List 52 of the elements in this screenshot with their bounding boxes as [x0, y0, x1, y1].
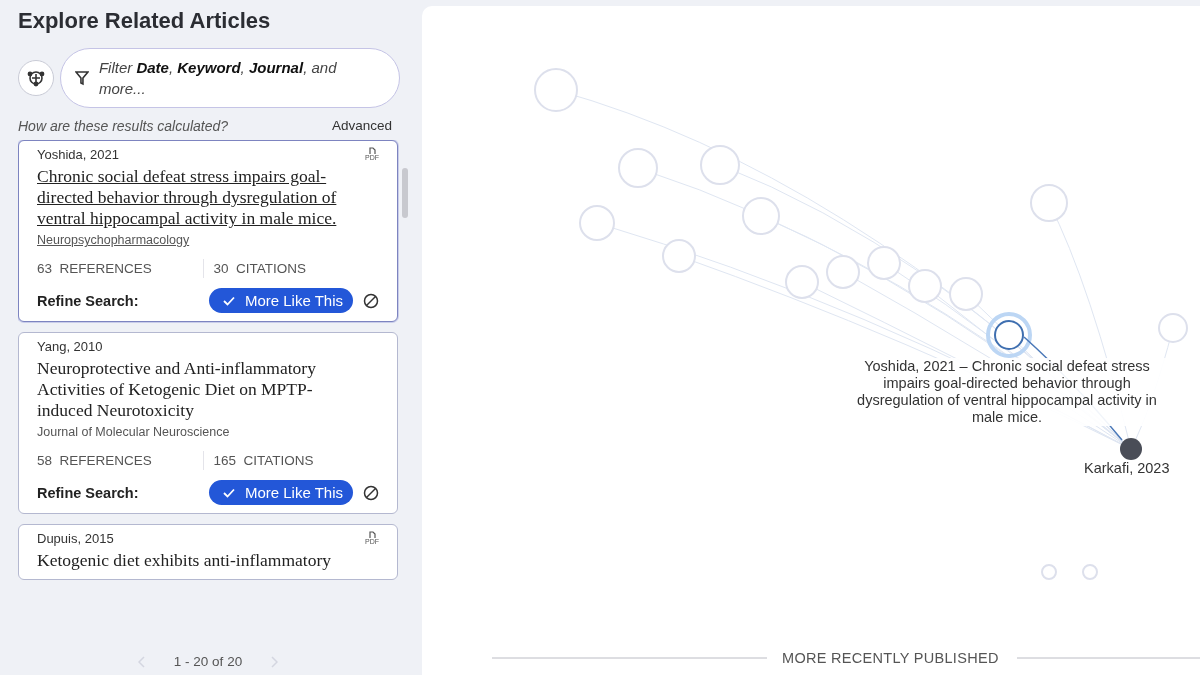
- article-card[interactable]: [18, 140, 398, 322]
- article-node[interactable]: [867, 246, 901, 280]
- article-node[interactable]: [662, 239, 696, 273]
- page-range: 1 - 20 of 20: [173, 654, 243, 669]
- help-link[interactable]: How are these results calculated?: [18, 118, 229, 134]
- scrollbar-thumb[interactable]: [402, 168, 408, 218]
- network-icon: [26, 68, 46, 88]
- more-like-this-button[interactable]: More Like This: [208, 480, 353, 505]
- references-count: 58 REFERENCES: [37, 452, 153, 470]
- focused-node[interactable]: [986, 312, 1032, 358]
- exclude-icon[interactable]: [363, 484, 379, 501]
- article-title[interactable]: Chronic social defeat stress impairs goal-directed behavior through dysregulation of ventral hippocampal activity in male mice.: [37, 166, 379, 229]
- check-icon: [222, 295, 235, 306]
- article-title[interactable]: Neuroprotective and Anti-inflammatory Activities of Ketogenic Diet on MPTP-induced Neurotoxicity: [37, 358, 379, 421]
- author-year: Dupuis, 2015: [37, 531, 114, 546]
- article-node[interactable]: [700, 145, 740, 185]
- node-label: Karkafi, 2023: [1084, 460, 1170, 476]
- article-title[interactable]: Ketogenic diet exhibits anti-inflammatory: [37, 550, 379, 571]
- article-node[interactable]: [579, 205, 615, 241]
- article-node[interactable]: [534, 68, 578, 112]
- article-node[interactable]: [742, 197, 780, 235]
- advanced-link[interactable]: Advanced: [331, 118, 392, 134]
- citations-count: 30 CITATIONS: [202, 259, 379, 278]
- origin-node[interactable]: [1120, 438, 1142, 460]
- references-count: 63 REFERENCES: [37, 260, 153, 278]
- exclude-icon[interactable]: [363, 292, 379, 309]
- network-icon-button[interactable]: [18, 60, 54, 96]
- refine-label: Refine Search:: [37, 292, 140, 309]
- more-like-this-button[interactable]: More Like This: [208, 288, 353, 313]
- article-card[interactable]: Yang, 2010 Neuroprotective and Anti-inflammatory Activities of Ketogenic Diet on MPTP-induced Neurotoxicity Journal of Molecular Neuroscience 58 REFERENCES 165 CITATIONS Refine Search: More Like This: [18, 332, 398, 514]
- author-year: Yoshida, 2021: [37, 147, 119, 162]
- journal-name[interactable]: Neuropsychopharmacology: [37, 233, 379, 247]
- author-year: Yang, 2010: [37, 339, 103, 354]
- next-page-icon[interactable]: [270, 655, 279, 668]
- article-node[interactable]: [949, 277, 983, 311]
- article-node[interactable]: [618, 148, 658, 188]
- refine-label: Refine Search:: [37, 484, 140, 501]
- article-node[interactable]: [1030, 184, 1068, 222]
- article-node[interactable]: [908, 269, 942, 303]
- previous-page-icon[interactable]: [137, 655, 146, 668]
- journal-name[interactable]: Journal of Molecular Neuroscience: [37, 425, 379, 439]
- article-node[interactable]: [1158, 313, 1188, 343]
- article-node[interactable]: [785, 265, 819, 299]
- article-node[interactable]: [826, 255, 860, 289]
- filter-field[interactable]: Filter Date, Keyword, Journal, and more...: [60, 48, 400, 108]
- citations-count: 165 CITATIONS: [202, 451, 379, 470]
- axis-label: MORE RECENTLY PUBLISHED: [782, 650, 999, 666]
- article-node[interactable]: [1082, 564, 1098, 580]
- panel-title: Explore Related Articles: [18, 8, 272, 34]
- check-icon: [222, 487, 235, 498]
- article-node[interactable]: [1041, 564, 1057, 580]
- filter-icon: [75, 70, 89, 86]
